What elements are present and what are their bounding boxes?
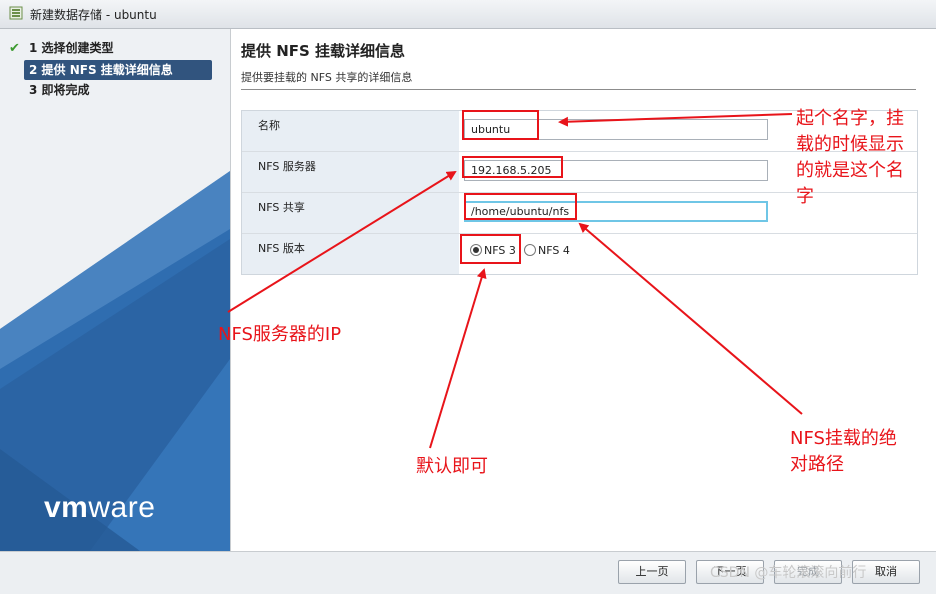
annotation-name-line: 的就是这个名 — [796, 160, 904, 181]
back-button[interactable]: 上一页 — [618, 560, 686, 584]
arrow-to-server — [227, 170, 457, 313]
arrow-to-name — [558, 113, 793, 127]
annotation-version: 默认即可 — [416, 456, 488, 477]
annotation-name-line: 起个名字，挂 — [796, 108, 904, 129]
annotation-share: NFS挂载的绝 对路径 — [790, 426, 897, 478]
annotation-name-line: 载的时候显示 — [796, 134, 904, 155]
annotation-name: 起个名字，挂 载的时候显示 的就是这个名 字 — [796, 106, 932, 210]
annotation-arrows — [227, 113, 803, 449]
arrow-to-version — [429, 268, 487, 449]
annotation-share-line: 对路径 — [790, 454, 844, 475]
annotation-name-line: 字 — [796, 186, 814, 207]
arrow-to-share — [578, 222, 803, 415]
annotation-server: NFS服务器的IP — [218, 324, 342, 345]
watermark: CSDN @车轮滚滚向前行 — [710, 565, 867, 581]
annotation-share-line: NFS挂载的绝 — [790, 428, 897, 449]
